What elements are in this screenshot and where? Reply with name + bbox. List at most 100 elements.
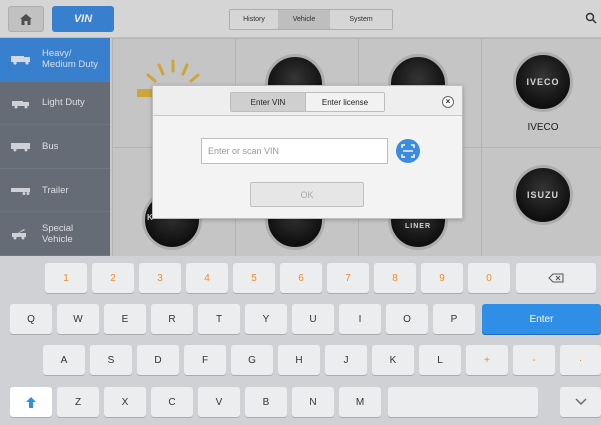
key-m[interactable]: M [339,387,381,417]
key-label: I [358,313,362,325]
hide-keyboard-icon [575,398,586,405]
key-label: H [295,354,303,366]
key-plus[interactable]: + [466,345,508,375]
key-4[interactable]: 4 [186,263,228,293]
key-label: Y [262,313,270,325]
on-screen-keyboard: 1 2 3 4 5 6 7 8 9 0 Q W E R T Y U I O P … [0,256,601,425]
backspace-key[interactable] [516,263,596,293]
enter-key[interactable]: Enter [482,304,601,334]
key-label: U [309,313,317,325]
key-5[interactable]: 5 [233,263,275,293]
key-7[interactable]: 7 [327,263,369,293]
tab-enter-vin[interactable]: Enter VIN [231,93,306,111]
key-8[interactable]: 8 [374,263,416,293]
key-k[interactable]: K [372,345,414,375]
space-key[interactable] [388,387,538,417]
key-h[interactable]: H [278,345,320,375]
key-6[interactable]: 6 [280,263,322,293]
key-f[interactable]: F [184,345,226,375]
key-label: D [154,354,162,366]
key-label: · [578,354,583,366]
key-1[interactable]: 1 [45,263,87,293]
key-0[interactable]: 0 [468,263,510,293]
tab-enter-license-label: Enter license [321,97,369,107]
key-label: 5 [251,272,257,284]
key-label: S [107,354,115,366]
dialog-tabs: Enter VIN Enter license [230,92,385,112]
key-2[interactable]: 2 [92,263,134,293]
backspace-icon [548,273,564,283]
key-q[interactable]: Q [10,304,52,334]
key-label: A [60,354,68,366]
key-p[interactable]: P [433,304,475,334]
key-label: J [343,354,349,366]
key-label: W [73,313,83,325]
key-c[interactable]: C [151,387,193,417]
key-x[interactable]: X [104,387,146,417]
key-label: - [532,354,536,366]
key-b[interactable]: B [245,387,287,417]
key-label: L [437,354,443,366]
key-label: 6 [298,272,304,284]
key-z[interactable]: Z [57,387,99,417]
key-n[interactable]: N [292,387,334,417]
key-s[interactable]: S [90,345,132,375]
scan-vin-button[interactable] [396,139,420,163]
key-label: 9 [439,272,445,284]
key-t[interactable]: T [198,304,240,334]
tab-enter-license[interactable]: Enter license [306,93,384,111]
key-label: 7 [345,272,351,284]
key-label: Q [27,313,35,325]
key-g[interactable]: G [231,345,273,375]
key-label: G [248,354,256,366]
vin-input[interactable] [201,138,388,164]
close-icon: × [445,97,451,106]
key-label: C [168,396,176,408]
vin-dialog: Enter VIN Enter license × OK [152,85,463,219]
dialog-header: Enter VIN Enter license × [153,86,462,116]
ok-button[interactable]: OK [250,182,364,207]
shift-key[interactable] [10,387,52,417]
key-label: T [215,313,223,325]
key-label: 2 [110,272,116,284]
key-minus[interactable]: - [513,345,555,375]
key-label: O [403,313,411,325]
key-o[interactable]: O [386,304,428,334]
key-d[interactable]: D [137,345,179,375]
key-label: N [309,396,317,408]
key-w[interactable]: W [57,304,99,334]
close-button[interactable]: × [442,96,454,108]
enter-key-label: Enter [529,313,554,325]
key-label: P [450,313,458,325]
key-3[interactable]: 3 [139,263,181,293]
key-v[interactable]: V [198,387,240,417]
key-label: 0 [486,272,492,284]
key-j[interactable]: J [325,345,367,375]
shift-icon [26,396,36,408]
key-u[interactable]: U [292,304,334,334]
ok-button-label: OK [300,189,314,200]
key-label: 8 [392,272,398,284]
key-a[interactable]: A [43,345,85,375]
key-y[interactable]: Y [245,304,287,334]
key-e[interactable]: E [104,304,146,334]
tab-enter-vin-label: Enter VIN [250,97,286,107]
hide-keyboard-key[interactable] [560,387,601,417]
key-label: E [121,313,129,325]
key-label: + [484,354,490,366]
key-label: V [215,396,223,408]
key-r[interactable]: R [151,304,193,334]
key-label: K [389,354,397,366]
key-label: 1 [63,272,69,284]
key-label: F [201,354,209,366]
key-dot[interactable]: · [560,345,601,375]
key-label: X [121,396,129,408]
key-label: 3 [157,272,163,284]
key-l[interactable]: L [419,345,461,375]
key-i[interactable]: I [339,304,381,334]
key-label: R [168,313,176,325]
key-label: B [262,396,270,408]
key-label: 4 [204,272,210,284]
key-9[interactable]: 9 [421,263,463,293]
key-label: M [355,396,365,408]
